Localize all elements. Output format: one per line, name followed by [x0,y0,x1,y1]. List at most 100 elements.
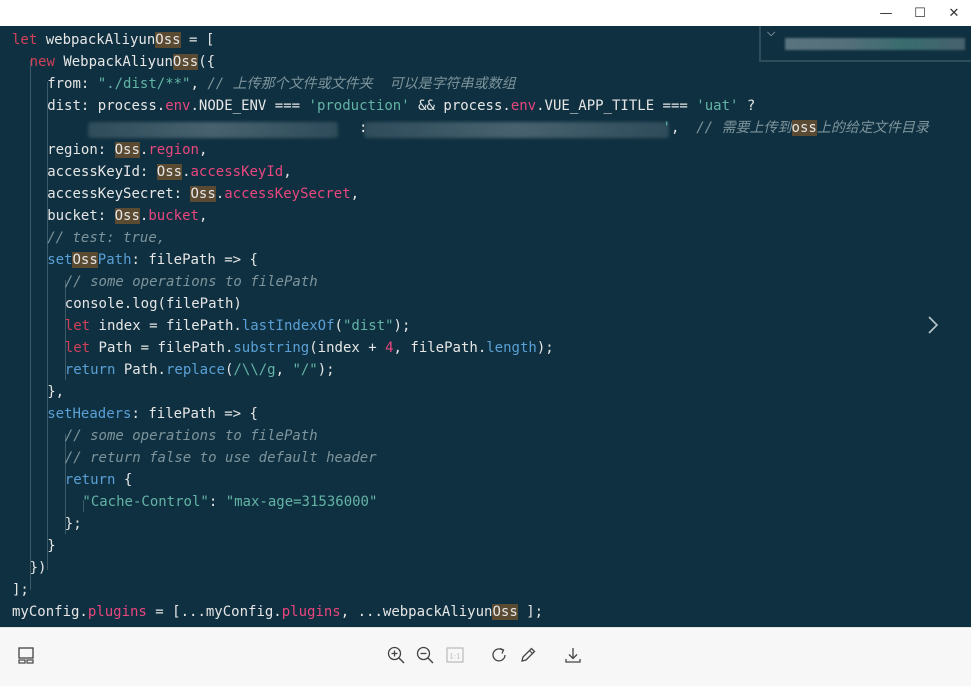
code-token: && process. [409,98,511,114]
code-token: Oss [72,252,98,268]
code-token: } [47,538,56,554]
code-token: env [165,98,191,114]
code-token: 上的给定文件目录 [816,120,929,136]
zoom-in-button[interactable] [384,643,408,667]
close-button[interactable]: ✕ [937,0,971,26]
code-token: ); [393,318,411,334]
code-token: ); [536,340,554,356]
code-token: Oss [155,32,181,48]
zoom-out-button[interactable] [413,643,437,667]
code-token: accessKeySecret [224,186,351,202]
chevron-down-icon: ⌵ [767,26,776,39]
code-line: }, [47,381,64,403]
minimize-button[interactable]: — [869,0,903,26]
code-token: ); [317,362,335,378]
one-to-one-label: 1:1 [449,653,460,661]
code-token: ( [334,318,343,334]
code-token: plugins [87,604,147,620]
next-image-button[interactable] [918,310,948,340]
code-line: new WebpackAliyunOss({ [30,51,215,73]
code-line: from: "./dist/**", // 上传那个文件或文件夹 可以是字符串或… [47,73,515,95]
code-line: console.log(filePath) [65,293,242,315]
code-token: , [350,186,360,202]
chevron-right-icon [928,316,939,334]
code-token: ({ [198,54,216,70]
code-line: let Path = filePath.substring(index + 4,… [65,337,554,359]
code-token: Oss [156,164,183,180]
code-token: . [215,186,225,202]
window-titlebar: — ☐ ✕ [0,0,971,26]
code-token: . [182,164,191,180]
code-token: Path. [123,362,166,378]
code-line: // some operations to filePath [65,271,318,293]
code-line: myConfig.plugins = [...myConfig.plugins,… [12,601,543,623]
code-token: dist: process. [47,98,166,114]
download-button[interactable] [561,643,585,667]
code-token: .VUE_APP_TITLE === [536,98,697,114]
code-token: let [12,32,46,48]
code-token: region: [47,142,115,158]
code-token: : [208,494,226,510]
code-line: accessKeySecret: Oss.accessKeySecret, [47,183,359,205]
code-token: }; [64,516,82,532]
edit-button[interactable] [516,643,540,667]
code-line: }; [65,513,82,535]
code-token: myConfig. [12,604,88,620]
code-token: length [486,340,537,356]
zoom-out-icon [416,646,434,664]
indent-guide [30,60,31,590]
code-token: oss [791,120,817,136]
code-token: replace [165,362,225,378]
code-token: ]; [517,604,544,620]
code-token: // some operations to filePath [64,274,318,290]
code-token: bucket: [47,208,115,224]
minimap-panel[interactable]: ⌵ [759,26,971,62]
code-line: }) [30,557,47,579]
close-icon: ✕ [948,5,960,21]
code-token: , filePath. [393,340,487,356]
actual-size-button[interactable]: 1:1 [443,643,467,667]
code-token: Oss [172,54,199,70]
code-line: ]; [12,579,29,601]
code-line: "Cache-Control": "max-age=31536000" [82,491,377,513]
minimize-icon: — [879,5,893,21]
code-token: Oss [492,604,518,620]
code-token: return [64,472,124,488]
toggle-panel-button[interactable] [14,643,38,667]
code-token: setHeaders [47,406,132,422]
code-token: plugins [281,604,341,620]
code-line: } [47,535,55,557]
code-line: setOssPath: filePath => { [47,249,258,271]
code-token: Path = filePath. [98,340,234,356]
code-line: return Path.replace(/\\/g, "/"); [65,359,335,381]
code-token: , [190,76,208,92]
code-token: ? [738,98,756,114]
code-token: (index + [309,340,386,356]
code-token: "/" [292,362,318,378]
code-token: from: [47,76,98,92]
code-token: , [283,164,292,180]
code-token: Path [97,252,132,268]
rotate-button[interactable] [487,643,511,667]
code-token: let [64,340,99,356]
rotate-icon [492,647,506,662]
code-line: : ', // 需要上传到oss上的给定文件目录 [47,117,929,139]
code-line: // test: true, [47,227,165,249]
code-token: // return false to use default header [64,450,377,466]
code-token: env [510,98,537,114]
code-line: return { [65,469,132,491]
maximize-button[interactable]: ☐ [903,0,937,26]
code-token: index = filePath. [98,318,242,334]
code-token: Oss [114,208,140,224]
code-token: accessKeyId: [47,164,157,180]
pencil-icon [521,647,536,662]
code-token: .NODE_ENV === [190,98,309,114]
code-token: = [ [180,32,215,48]
code-token: }) [29,560,47,576]
code-token: : filePath => { [131,406,258,422]
code-token: , [198,208,208,224]
code-line: let index = filePath.lastIndexOf("dist")… [65,315,411,337]
code-token: // test: true, [47,230,166,246]
code-line: // some operations to filePath [65,425,318,447]
